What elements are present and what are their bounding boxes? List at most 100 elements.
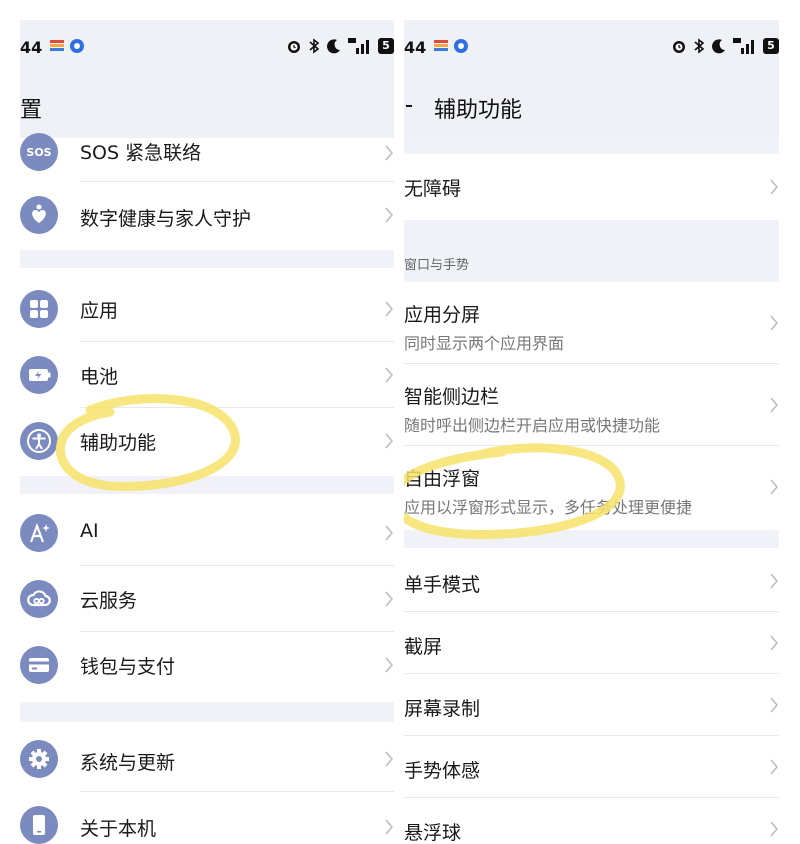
settings-item-screenshot[interactable]: 截屏 xyxy=(404,612,779,674)
bluetooth-icon xyxy=(694,38,705,54)
settings-screen: 44 5 置 SOS SOS 紧急联络 数字健康与家人守护 应用 电池 辅助功能… xyxy=(20,20,394,844)
settings-item-label: 数字健康与家人守护 xyxy=(80,208,252,230)
settings-item-ai[interactable]: AI xyxy=(20,500,394,566)
settings-item-gesture-motion[interactable]: 手势体感 xyxy=(404,736,779,798)
cloud-icon xyxy=(20,580,58,618)
page-title: 辅助功能 xyxy=(434,98,523,123)
settings-item-label: SOS 紧急联络 xyxy=(80,142,202,164)
alarm-icon xyxy=(288,41,300,53)
page-header: 辅助功能 xyxy=(404,74,779,138)
chevron-right-icon xyxy=(770,397,778,413)
settings-item-label: 电池 xyxy=(80,366,119,388)
bluetooth-icon xyxy=(309,38,320,54)
back-arrow-icon[interactable] xyxy=(404,94,422,118)
accessibility-screen: 44 5 辅助功能 无障碍 窗口与手势 应用分屏 同时显示两个应用界面 智能侧边… xyxy=(404,20,779,844)
settings-item-label: 手势体感 xyxy=(404,760,481,782)
section-gap xyxy=(404,138,779,154)
settings-item-label: 钱包与支付 xyxy=(80,656,176,678)
chevron-right-icon xyxy=(385,145,393,161)
settings-item-system-update[interactable]: 系统与更新 xyxy=(20,726,394,792)
apps-grid-icon xyxy=(20,290,58,328)
settings-item-label: 悬浮球 xyxy=(404,822,462,844)
section-gap xyxy=(20,476,394,494)
chevron-right-icon xyxy=(385,207,393,223)
status-bar: 44 5 xyxy=(404,20,779,74)
chevron-right-icon xyxy=(770,821,778,837)
settings-item-battery[interactable]: 电池 xyxy=(20,342,394,408)
gear-icon xyxy=(20,740,58,778)
section-label: 窗口与手势 xyxy=(404,258,470,273)
status-time: 44 xyxy=(404,38,427,57)
app-notification-icon xyxy=(70,39,84,53)
settings-item-split-screen[interactable]: 应用分屏 同时显示两个应用界面 xyxy=(404,282,779,364)
settings-item-label: 应用 xyxy=(80,300,119,322)
settings-item-label: 无障碍 xyxy=(404,178,462,200)
status-bar: 44 5 xyxy=(20,20,394,74)
signal-5g-icon xyxy=(733,38,754,54)
section-gap xyxy=(404,530,779,548)
chevron-right-icon xyxy=(385,751,393,767)
settings-item-label: 单手模式 xyxy=(404,574,481,596)
battery-icon xyxy=(20,356,58,394)
do-not-disturb-moon-icon xyxy=(327,39,340,54)
do-not-disturb-moon-icon xyxy=(712,39,725,54)
section-gap xyxy=(20,702,394,722)
settings-item-label: 辅助功能 xyxy=(80,432,157,454)
settings-item-accessibility[interactable]: 辅助功能 xyxy=(20,408,394,474)
settings-item-label: 屏幕录制 xyxy=(404,698,481,720)
settings-item-cloud[interactable]: 云服务 xyxy=(20,566,394,632)
settings-item-description: 同时显示两个应用界面 xyxy=(404,334,565,353)
app-notification-icon xyxy=(454,39,468,53)
flag-notification-icon xyxy=(50,40,64,51)
settings-item-label: 系统与更新 xyxy=(80,752,176,774)
settings-item-sos[interactable]: SOS SOS 紧急联络 xyxy=(20,124,394,182)
chevron-right-icon xyxy=(770,697,778,713)
chevron-right-icon xyxy=(385,819,393,835)
settings-item-wallet[interactable]: 钱包与支付 xyxy=(20,632,394,698)
settings-item-floating-ball[interactable]: 悬浮球 xyxy=(404,798,779,844)
settings-item-label: AI xyxy=(80,520,99,542)
accessibility-icon xyxy=(20,422,58,460)
chevron-right-icon xyxy=(385,525,393,541)
chevron-right-icon xyxy=(770,635,778,651)
settings-item-digital-health[interactable]: 数字健康与家人守护 xyxy=(20,182,394,248)
heart-hand-icon xyxy=(20,196,58,234)
settings-item-label: 应用分屏 xyxy=(404,304,481,326)
settings-item-barrier-free[interactable]: 无障碍 xyxy=(404,154,779,218)
chevron-right-icon xyxy=(385,433,393,449)
settings-item-one-hand-mode[interactable]: 单手模式 xyxy=(404,550,779,612)
ai-sparkle-icon xyxy=(20,514,58,552)
chevron-right-icon xyxy=(385,367,393,383)
battery-status: 5 xyxy=(378,38,394,54)
settings-item-description: 应用以浮窗形式显示，多任务处理更便捷 xyxy=(404,498,693,517)
page-title: 置 xyxy=(20,98,43,123)
wallet-icon xyxy=(20,646,58,684)
alarm-icon xyxy=(673,41,685,53)
chevron-right-icon xyxy=(770,479,778,495)
settings-item-smart-sidebar[interactable]: 智能侧边栏 随时呼出侧边栏开启应用或快捷功能 xyxy=(404,364,779,446)
chevron-right-icon xyxy=(385,591,393,607)
settings-item-description: 随时呼出侧边栏开启应用或快捷功能 xyxy=(404,416,661,435)
settings-item-apps[interactable]: 应用 xyxy=(20,276,394,342)
settings-item-label: 自由浮窗 xyxy=(404,468,481,490)
section-gap xyxy=(20,250,394,268)
svg-text:SOS: SOS xyxy=(26,146,51,159)
chevron-right-icon xyxy=(385,657,393,673)
status-time: 44 xyxy=(20,38,43,57)
settings-item-floating-window[interactable]: 自由浮窗 应用以浮窗形式显示，多任务处理更便捷 xyxy=(404,446,779,528)
section-gap: 窗口与手势 xyxy=(404,220,779,282)
signal-5g-icon xyxy=(348,38,369,54)
chevron-right-icon xyxy=(770,315,778,331)
settings-item-label: 云服务 xyxy=(80,590,138,612)
settings-item-label: 智能侧边栏 xyxy=(404,386,500,408)
settings-item-label: 关于本机 xyxy=(80,818,157,840)
settings-item-about-phone[interactable]: 关于本机 xyxy=(20,792,394,844)
sos-icon: SOS xyxy=(20,133,58,171)
chevron-right-icon xyxy=(385,301,393,317)
flag-notification-icon xyxy=(434,40,448,51)
chevron-right-icon xyxy=(770,759,778,775)
settings-item-screen-record[interactable]: 屏幕录制 xyxy=(404,674,779,736)
chevron-right-icon xyxy=(770,179,778,195)
settings-item-label: 截屏 xyxy=(404,636,443,658)
battery-status: 5 xyxy=(763,38,779,54)
